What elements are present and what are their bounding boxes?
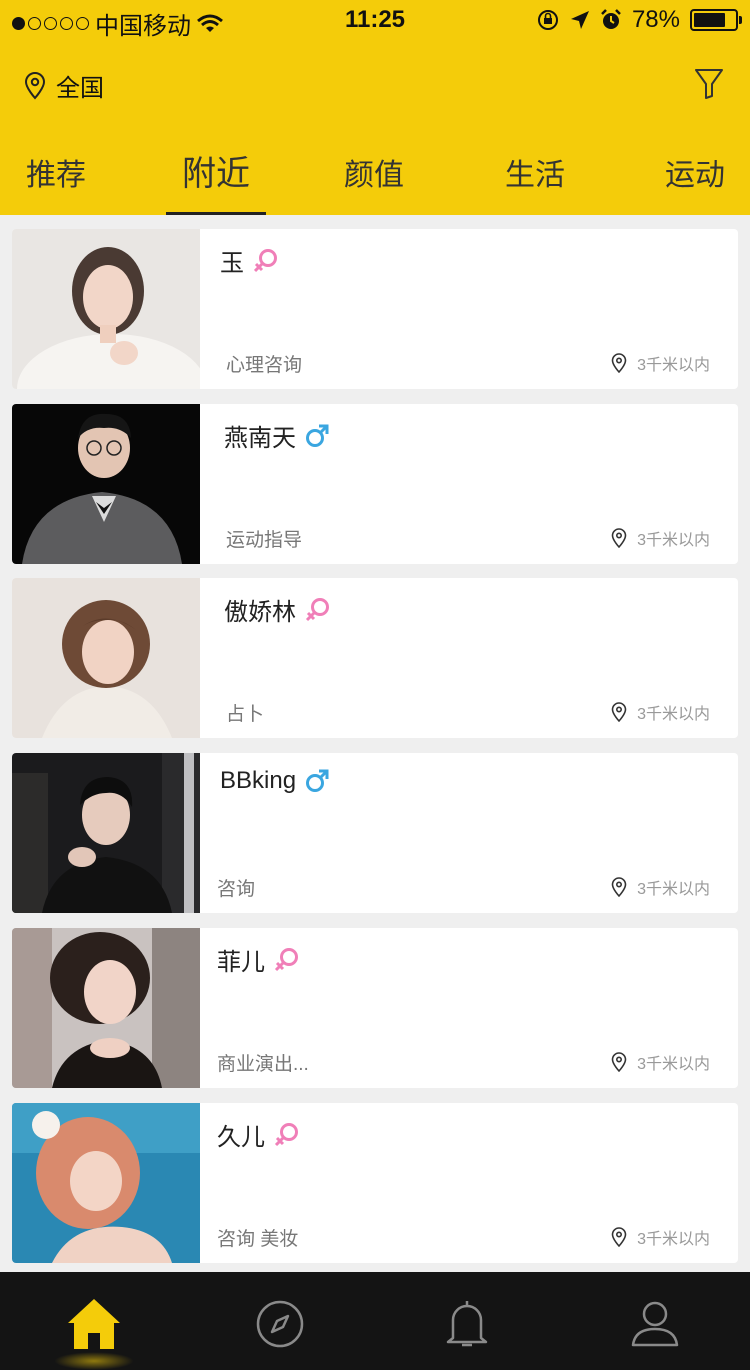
name-row: 菲儿 — [217, 942, 299, 977]
active-tab-indicator — [166, 212, 266, 215]
distance-label: 3千米以内 — [637, 881, 710, 898]
filter-button[interactable] — [694, 68, 724, 105]
rotation-lock-icon — [537, 10, 558, 30]
user-photo — [12, 928, 200, 1088]
user-name: 菲儿 — [217, 949, 265, 976]
tab-notifications[interactable] — [437, 1294, 497, 1354]
distance: 3千米以内 — [611, 1225, 710, 1249]
status-bar: 中国移动 11:25 78% — [0, 0, 750, 40]
location-arrow-icon — [570, 11, 589, 29]
list-item[interactable]: 玉 心理咨询 3千米以内 — [12, 229, 738, 389]
category-tabs: 推荐 附近 颜值 生活 运动 — [0, 150, 750, 215]
tab-discover[interactable] — [250, 1294, 310, 1354]
user-tag: 商业演出... — [217, 1054, 309, 1075]
list-item[interactable]: 傲娇林 占卜 3千米以内 — [12, 578, 738, 738]
female-icon — [274, 1122, 298, 1146]
tab-life[interactable]: 生活 — [505, 150, 565, 194]
list-item[interactable]: 燕南天 运动指导 3千米以内 — [12, 404, 738, 564]
battery-icon — [690, 9, 742, 31]
name-row: 燕南天 — [224, 418, 330, 453]
female-icon — [305, 597, 329, 621]
tab-appearance[interactable]: 颜值 — [344, 150, 404, 194]
location-pin-icon — [611, 1227, 627, 1247]
user-name: 玉 — [220, 250, 244, 277]
female-icon — [253, 248, 277, 272]
header: 中国移动 11:25 78% 全国 推荐 附近 颜值 生活 运动 — [0, 0, 750, 215]
name-row: 久儿 — [217, 1117, 299, 1152]
list-item[interactable]: 久儿 咨询 美妆 3千米以内 — [12, 1103, 738, 1263]
tab-nearby[interactable]: 附近 — [182, 146, 250, 195]
location-pin-icon — [611, 353, 627, 373]
tab-sports[interactable]: 运动 — [665, 150, 725, 194]
female-icon — [274, 947, 298, 971]
user-name: 久儿 — [217, 1124, 265, 1151]
list-item[interactable]: BBking 咨询 3千米以内 — [12, 753, 738, 913]
distance: 3千米以内 — [611, 526, 710, 550]
distance-label: 3千米以内 — [637, 1231, 710, 1248]
filter-icon — [695, 69, 723, 99]
male-icon — [306, 424, 329, 447]
distance-label: 3千米以内 — [637, 1056, 710, 1073]
user-tag: 占卜 — [226, 704, 265, 725]
distance-label: 3千米以内 — [637, 532, 710, 549]
name-row: BBking — [220, 767, 330, 795]
user-name: 傲娇林 — [224, 599, 296, 626]
user-name: BBking — [220, 767, 297, 794]
battery-percent: 78% — [631, 6, 680, 33]
alarm-icon — [601, 9, 621, 29]
tab-recommend[interactable]: 推荐 — [26, 150, 86, 194]
list-item[interactable]: 菲儿 商业演出... 3千米以内 — [12, 928, 738, 1088]
name-row: 玉 — [220, 243, 278, 278]
user-tag: 运动指导 — [226, 530, 303, 551]
compass-icon — [256, 1300, 304, 1348]
location-pin-icon — [611, 877, 627, 897]
name-row: 傲娇林 — [224, 592, 330, 627]
distance: 3千米以内 — [611, 351, 710, 375]
bell-icon — [446, 1301, 488, 1347]
status-right: 78% — [536, 6, 742, 34]
user-photo — [12, 1103, 200, 1263]
user-photo — [12, 753, 200, 913]
home-icon — [68, 1299, 120, 1349]
user-tag: 咨询 美妆 — [217, 1229, 299, 1250]
user-name: 燕南天 — [224, 425, 296, 452]
user-icon — [631, 1301, 679, 1347]
bottom-tab-bar — [0, 1272, 750, 1370]
distance: 3千米以内 — [611, 875, 710, 899]
distance: 3千米以内 — [611, 700, 710, 724]
location-pin-icon — [611, 702, 627, 722]
location-pin-icon — [24, 71, 46, 99]
tab-profile[interactable] — [625, 1294, 685, 1354]
user-photo — [12, 404, 200, 564]
user-photo — [12, 578, 200, 738]
user-photo — [12, 229, 200, 389]
distance-label: 3千米以内 — [637, 357, 710, 374]
location-selector[interactable]: 全国 — [24, 68, 104, 103]
tab-home[interactable] — [64, 1294, 124, 1354]
distance-label: 3千米以内 — [637, 706, 710, 723]
location-pin-icon — [611, 1052, 627, 1072]
user-tag: 心理咨询 — [226, 355, 303, 376]
user-tag: 咨询 — [217, 879, 256, 900]
location-pin-icon — [611, 528, 627, 548]
location-label: 全国 — [56, 75, 104, 102]
male-icon — [306, 769, 329, 792]
distance: 3千米以内 — [611, 1050, 710, 1074]
active-tab-glow — [54, 1352, 134, 1370]
